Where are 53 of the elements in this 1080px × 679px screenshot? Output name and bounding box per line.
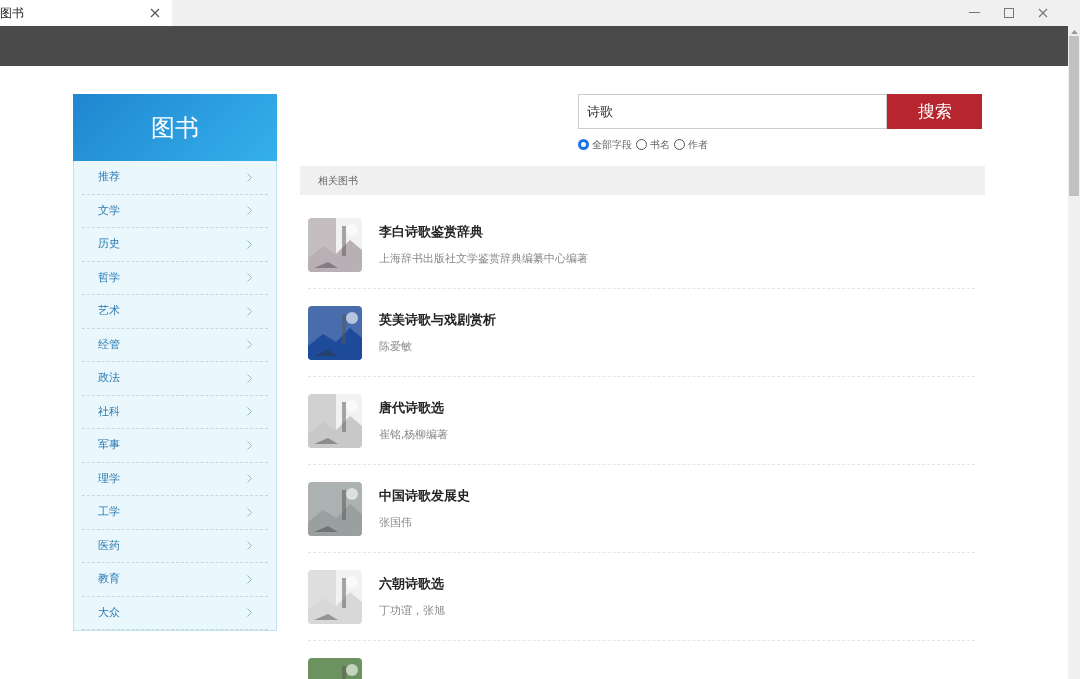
category-item[interactable]: 社科 xyxy=(82,395,268,429)
chevron-right-icon xyxy=(247,340,252,350)
chevron-right-icon xyxy=(247,507,252,517)
section-title: 相关图书 xyxy=(318,174,358,188)
scrollbar[interactable] xyxy=(1068,26,1080,679)
book-title[interactable]: 李白诗歌鉴赏辞典 xyxy=(379,221,588,241)
category-item[interactable]: 工学 xyxy=(82,496,268,530)
chevron-right-icon xyxy=(247,474,252,484)
category-item[interactable]: 历史 xyxy=(82,228,268,262)
chevron-right-icon xyxy=(247,407,252,417)
category-item[interactable]: 理学 xyxy=(82,462,268,496)
close-icon[interactable] xyxy=(150,8,160,18)
scrollbar-thumb[interactable] xyxy=(1069,36,1079,196)
chevron-right-icon xyxy=(247,608,252,618)
book-title[interactable]: 中国诗歌发展史 xyxy=(379,485,470,505)
chevron-right-icon xyxy=(247,373,252,383)
chevron-right-icon xyxy=(247,541,252,551)
category-item[interactable]: 政法 xyxy=(82,362,268,396)
category-item[interactable]: 军事 xyxy=(82,429,268,463)
category-item[interactable]: 文学 xyxy=(82,194,268,228)
chevron-right-icon xyxy=(247,172,252,182)
category-item[interactable]: 哲学 xyxy=(82,261,268,295)
category-item[interactable]: 教育 xyxy=(82,563,268,597)
close-icon[interactable] xyxy=(1038,8,1048,18)
book-author: 上海辞书出版社文学鉴赏辞典编纂中心编著 xyxy=(379,251,588,267)
chevron-right-icon xyxy=(247,273,252,283)
search-field[interactable]: 诗歌 xyxy=(578,94,887,129)
chevron-right-icon xyxy=(247,574,252,584)
category-item[interactable]: 艺术 xyxy=(82,295,268,329)
minimize-icon[interactable] xyxy=(969,12,980,14)
book-author: 陈爱敏 xyxy=(379,339,413,355)
chevron-right-icon xyxy=(247,206,252,216)
category-item[interactable]: 医药 xyxy=(82,529,268,563)
book-author: 崔铭,杨柳编著 xyxy=(379,427,449,443)
chevron-right-icon xyxy=(247,306,252,316)
sidebar-title: 图书 xyxy=(151,112,199,144)
book-author: 丁功谊，张旭 xyxy=(379,603,445,619)
chevron-right-icon xyxy=(247,239,252,249)
category-item[interactable]: 经管 xyxy=(82,328,268,362)
radio-option[interactable]: 全部字段 xyxy=(578,137,632,152)
chevron-right-icon xyxy=(247,440,252,450)
maximize-icon[interactable] xyxy=(1004,8,1014,18)
category-item[interactable]: 推荐 xyxy=(82,161,268,195)
search-button[interactable]: 搜索 xyxy=(887,94,982,129)
scroll-up-icon[interactable] xyxy=(1070,30,1078,34)
category-item[interactable]: 大众 xyxy=(82,596,268,630)
radio-option[interactable]: 作者 xyxy=(674,137,708,152)
book-title[interactable]: 六朝诗歌选 xyxy=(379,573,445,593)
book-author: 张国伟 xyxy=(379,515,413,531)
book-title[interactable]: 英美诗歌与戏剧赏析 xyxy=(379,309,496,329)
book-title[interactable]: 唐代诗歌选 xyxy=(379,397,449,417)
radio-option[interactable]: 书名 xyxy=(636,137,670,152)
browser-tab[interactable]: 图书 xyxy=(0,0,172,26)
